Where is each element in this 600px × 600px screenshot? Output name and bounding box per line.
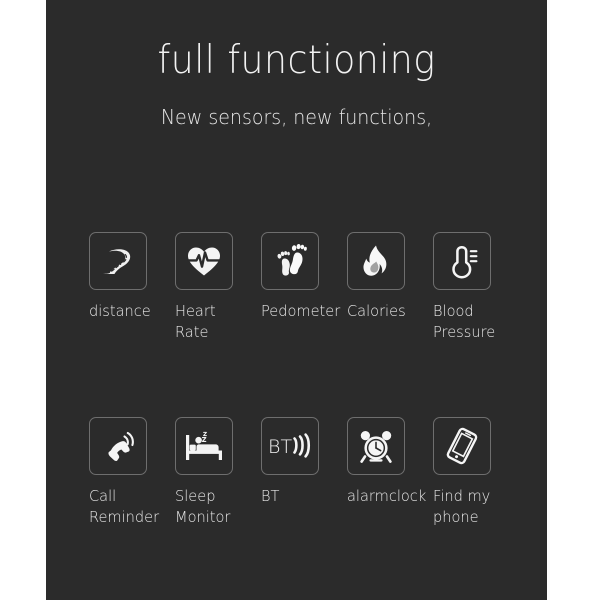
feature-label-call-reminder: Call Reminder (89, 487, 160, 526)
heart-rate-icon-tile[interactable] (175, 232, 233, 290)
feature-item-heart-rate[interactable]: Heart Rate (175, 232, 261, 343)
alarm-clock-icon-tile[interactable] (347, 417, 405, 475)
footprints-icon (271, 242, 309, 280)
ringing-phone-icon-tile[interactable] (89, 417, 147, 475)
tilted-smartphone-icon-tile[interactable] (433, 417, 491, 475)
flame-icon (358, 243, 394, 279)
panel-header: full functioning New sensors, new functi… (46, 0, 547, 129)
flame-icon-tile[interactable] (347, 232, 405, 290)
feature-label-heart-rate: Heart Rate (175, 302, 216, 341)
feature-item-calories[interactable]: Calories (347, 232, 433, 343)
svg-text:BT: BT (268, 436, 292, 458)
feature-item-find-my-phone[interactable]: Find my phone (433, 417, 519, 528)
tilted-smartphone-icon (443, 427, 481, 465)
feature-label-pedometer: Pedometer (261, 302, 341, 320)
feature-item-distance[interactable]: distance (89, 232, 175, 343)
feature-label-find-my-phone: Find my phone (433, 487, 491, 526)
feature-label-distance: distance (89, 302, 151, 320)
bluetooth-signal-icon-tile[interactable]: BT (261, 417, 319, 475)
feature-item-blood-pressure[interactable]: Blood Pressure (433, 232, 519, 343)
feature-panel: full functioning New sensors, new functi… (46, 0, 547, 600)
feature-row-1: distance Heart Rate Pedometer Calories B… (46, 232, 547, 343)
feature-label-calories: Calories (347, 302, 406, 320)
bluetooth-signal-icon: BT (267, 431, 313, 461)
feature-item-alarmclock[interactable]: alarmclock (347, 417, 433, 528)
feature-label-sleep-monitor: Sleep Monitor (175, 487, 231, 526)
feature-label-alarmclock: alarmclock (347, 487, 427, 505)
page-title: full functioning (157, 38, 436, 83)
feature-item-call-reminder[interactable]: Call Reminder (89, 417, 175, 528)
feature-row-2: Call Reminder Sleep Monitor BT BT alarmc… (46, 417, 547, 528)
feature-label-blood-pressure: Blood Pressure (433, 302, 496, 341)
bed-sleep-icon (184, 429, 224, 463)
footprints-icon-tile[interactable] (261, 232, 319, 290)
thermometer-icon-tile[interactable] (433, 232, 491, 290)
feature-label-bt: BT (261, 487, 280, 505)
winding-road-icon-tile[interactable] (89, 232, 147, 290)
heart-rate-icon (185, 242, 223, 280)
bed-sleep-icon-tile[interactable] (175, 417, 233, 475)
feature-item-bt[interactable]: BT BT (261, 417, 347, 528)
thermometer-icon (443, 242, 481, 280)
feature-item-sleep-monitor[interactable]: Sleep Monitor (175, 417, 261, 528)
winding-road-icon (98, 241, 138, 281)
page-subtitle: New sensors, new functions, (160, 104, 433, 129)
ringing-phone-icon (99, 427, 137, 465)
alarm-clock-icon (357, 427, 395, 465)
feature-item-pedometer[interactable]: Pedometer (261, 232, 347, 343)
